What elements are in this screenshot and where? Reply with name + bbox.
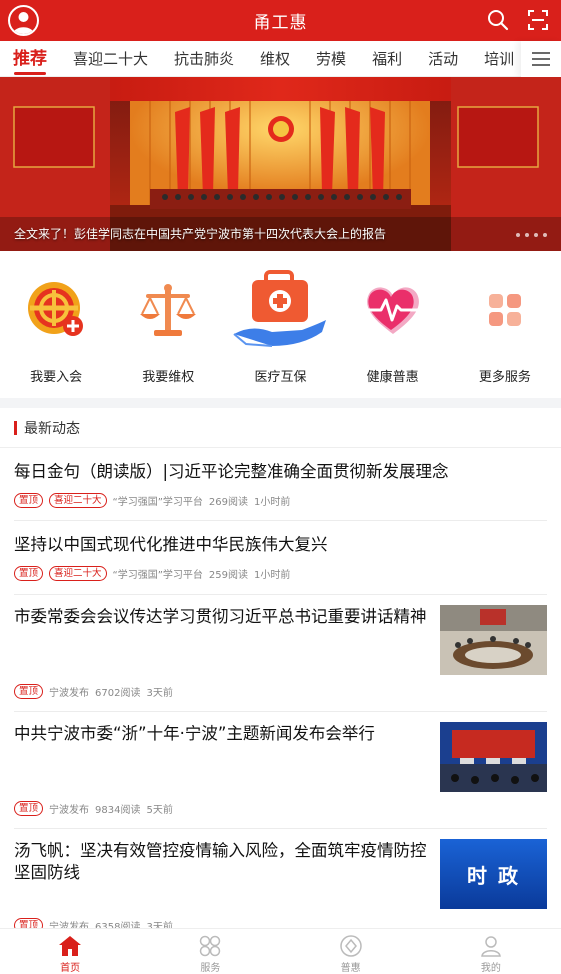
news-title: 汤飞帆：坚决有效管控疫情输入风险，全面筑牢疫情防控坚固防线 — [14, 841, 427, 882]
nav-services[interactable]: 服务 — [140, 929, 280, 974]
service-label: 我要入会 — [30, 370, 83, 385]
nav-label: 我的 — [480, 963, 501, 974]
news-title: 坚持以中国式现代化推进中华民族伟大复兴 — [14, 535, 328, 554]
news-source: “学习强国”学习平台 — [112, 570, 203, 581]
nav-home[interactable]: 首页 — [0, 929, 140, 974]
banner-carousel[interactable]: 全文来了！彭佳学同志在中国共产党宁波市第十四次代表大会上的报告 — [0, 77, 561, 251]
heart-pulse-icon — [364, 287, 421, 334]
news-time: 1小时前 — [254, 497, 291, 508]
menu-icon — [532, 52, 550, 66]
nav-profile[interactable]: 我的 — [421, 929, 561, 974]
news-thumbnail: 时 政 — [440, 839, 547, 909]
news-item[interactable]: 坚持以中国式现代化推进中华民族伟大复兴 置顶 喜迎二十大 “学习强国”学习平台 … — [14, 521, 547, 595]
section-title: 最新动态 — [24, 420, 80, 437]
pinned-tag: 置顶 — [14, 566, 44, 581]
news-time: 1小时前 — [254, 570, 291, 581]
service-label: 我要维权 — [142, 370, 195, 385]
news-time: 5天前 — [146, 805, 173, 816]
service-label: 更多服务 — [478, 370, 531, 385]
news-reads: 6702阅读 — [95, 688, 141, 699]
service-grid: 我要入会 我要维权 医疗互保 健康普惠 更多服务 — [0, 265, 561, 395]
user-icon — [13, 12, 34, 34]
thumbnail-label: 时 政 — [467, 863, 520, 888]
news-item[interactable]: 市委常委会会议传达学习贯彻习近平总书记重要讲话精神 置顶 宁波发布 6702阅读… — [14, 595, 547, 712]
nav-label: 服务 — [200, 963, 221, 974]
news-title: 每日金句（朗读版）|习近平论完整准确全面贯彻新发展理念 — [14, 462, 449, 481]
news-title: 市委常委会会议传达学习贯彻习近平总书记重要讲话精神 — [14, 607, 427, 626]
news-thumbnail — [440, 722, 547, 792]
services-icon — [200, 935, 221, 957]
nav-benefit[interactable]: 普惠 — [281, 929, 421, 974]
news-item[interactable]: 中共宁波市委“浙”十年·宁波”主题新闻发布会举行 置顶 宁波发布 9834阅读 … — [14, 712, 547, 829]
news-item[interactable]: 每日金句（朗读版）|习近平论完整准确全面贯彻新发展理念 置顶 喜迎二十大 “学习… — [14, 448, 547, 521]
news-source: 宁波发布 — [49, 688, 90, 699]
service-rights[interactable]: 我要维权 — [112, 265, 224, 395]
app-title: 甬工惠 — [253, 13, 308, 33]
news-reads: 9834阅读 — [95, 805, 141, 816]
home-icon — [59, 936, 82, 956]
section-gap — [0, 398, 561, 408]
topic-tag: 喜迎二十大 — [49, 493, 107, 508]
tab-activities[interactable]: 活动 — [415, 41, 471, 77]
tab-twentieth-congress[interactable]: 喜迎二十大 — [60, 41, 161, 77]
news-item[interactable]: 汤飞帆：坚决有效管控疫情输入风险，全面筑牢疫情防控坚固防线 置顶 宁波发布 63… — [14, 829, 547, 939]
tab-training[interactable]: 培训 — [471, 41, 527, 77]
grid-squares-icon — [488, 294, 521, 326]
news-reads: 259阅读 — [208, 570, 248, 581]
news-source: “学习强国”学习平台 — [112, 497, 203, 508]
pinned-tag: 置顶 — [14, 801, 44, 816]
news-source: 宁波发布 — [49, 805, 90, 816]
meeting-room-image — [440, 605, 547, 675]
tab-menu-button[interactable] — [521, 41, 561, 77]
news-list: 每日金句（朗读版）|习近平论完整准确全面贯彻新发展理念 置顶 喜迎二十大 “学习… — [0, 448, 561, 939]
category-tabs: 推荐 喜迎二十大 抗击肺炎 维权 劳模 福利 活动 培训 — [0, 41, 561, 77]
section-header: 最新动态 — [0, 408, 561, 448]
news-title: 中共宁波市委“浙”十年·宁波”主题新闻发布会举行 — [14, 724, 375, 743]
scan-icon[interactable] — [527, 9, 549, 31]
pinned-tag: 置顶 — [14, 684, 44, 699]
search-icon[interactable] — [487, 9, 509, 31]
benefit-icon — [339, 935, 362, 957]
banner-caption: 全文来了！彭佳学同志在中国共产党宁波市第十四次代表大会上的报告 — [14, 227, 387, 241]
service-health[interactable]: 健康普惠 — [337, 265, 449, 395]
service-label: 健康普惠 — [366, 370, 419, 385]
profile-icon — [481, 936, 501, 957]
union-badge-icon — [28, 282, 84, 336]
nav-label: 普惠 — [340, 963, 361, 974]
tab-model-workers[interactable]: 劳模 — [303, 41, 359, 77]
pinned-tag: 置顶 — [14, 493, 44, 508]
service-medical[interactable]: 医疗互保 — [224, 265, 336, 395]
tab-rights[interactable]: 维权 — [247, 41, 303, 77]
nav-label: 首页 — [60, 963, 81, 974]
tab-recommend[interactable]: 推荐 — [0, 41, 60, 77]
tab-welfare[interactable]: 福利 — [359, 41, 415, 77]
service-more[interactable]: 更多服务 — [449, 265, 561, 395]
topic-tag: 喜迎二十大 — [49, 566, 107, 581]
news-time: 3天前 — [146, 688, 173, 699]
medical-kit-hand-icon — [233, 270, 327, 347]
service-join-union[interactable]: 我要入会 — [0, 265, 112, 395]
bottom-navigation: 首页 服务 普惠 我的 — [0, 928, 561, 974]
news-thumbnail — [440, 605, 547, 675]
avatar[interactable] — [8, 5, 39, 36]
top-bar: 甬工惠 — [0, 0, 561, 41]
scales-icon — [140, 284, 197, 336]
news-reads: 269阅读 — [208, 497, 248, 508]
tab-anti-pneumonia[interactable]: 抗击肺炎 — [161, 41, 247, 77]
service-label: 医疗互保 — [254, 370, 307, 385]
carousel-indicator — [516, 233, 547, 237]
press-conference-image — [440, 722, 547, 792]
